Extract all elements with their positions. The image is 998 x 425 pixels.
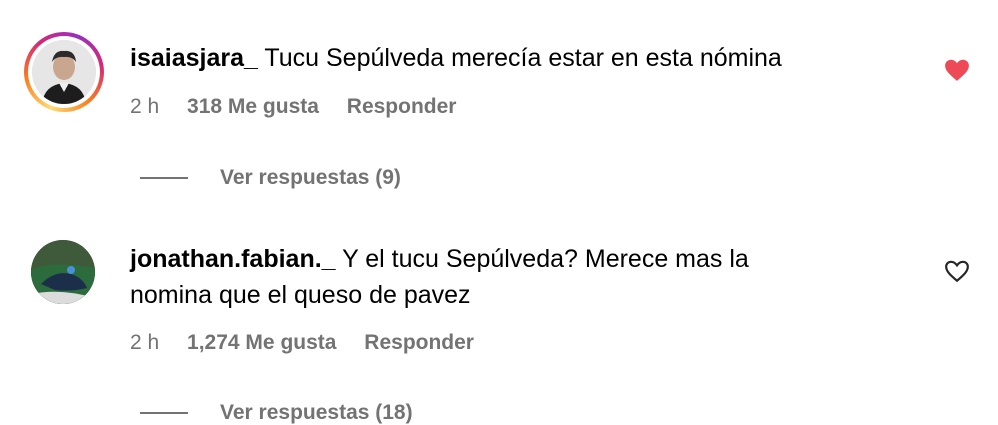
replies-divider [140,177,188,179]
heart-filled-icon [945,59,969,81]
heart-outline-icon [945,260,969,283]
like-button[interactable] [944,259,970,283]
like-count[interactable]: 1,274 Me gusta [187,331,336,354]
view-replies-label: Ver respuestas (9) [220,166,401,189]
reply-button[interactable]: Responder [364,331,474,354]
comment-text: jonathan.fabian._ Y el tucu Sepúlveda? M… [130,241,930,277]
comment-meta: 2 h 1,274 Me gusta Responder [130,331,496,355]
comment-meta: 2 h 318 Me gusta Responder [130,95,478,119]
avatar[interactable] [31,240,95,304]
like-button[interactable] [944,58,970,82]
comment-body: Tucu Sepúlveda merecía estar en esta nóm… [264,44,782,72]
reply-button[interactable]: Responder [347,95,457,118]
avatar-photo-icon [31,240,95,304]
comment-username[interactable]: jonathan.fabian._ [130,245,336,273]
like-count[interactable]: 318 Me gusta [187,95,319,118]
avatar-story-ring[interactable] [24,32,104,112]
avatar [32,40,96,104]
view-replies-button[interactable]: Ver respuestas (18) [140,401,413,425]
comment-time[interactable]: 2 h [130,331,159,354]
avatar-photo-icon [32,40,96,104]
view-replies-button[interactable]: Ver respuestas (9) [140,166,401,190]
comment-time[interactable]: 2 h [130,95,159,118]
comment-text-line2: nomina que el queso de pavez [130,277,930,313]
comment-text: isaiasjara_ Tucu Sepúlveda merecía estar… [130,40,930,76]
view-replies-label: Ver respuestas (18) [220,401,413,424]
comment-body-line2: nomina que el queso de pavez [130,281,471,309]
comment-body-line1: Y el tucu Sepúlveda? Merece mas la [342,245,749,273]
comment-username[interactable]: isaiasjara_ [130,44,258,72]
